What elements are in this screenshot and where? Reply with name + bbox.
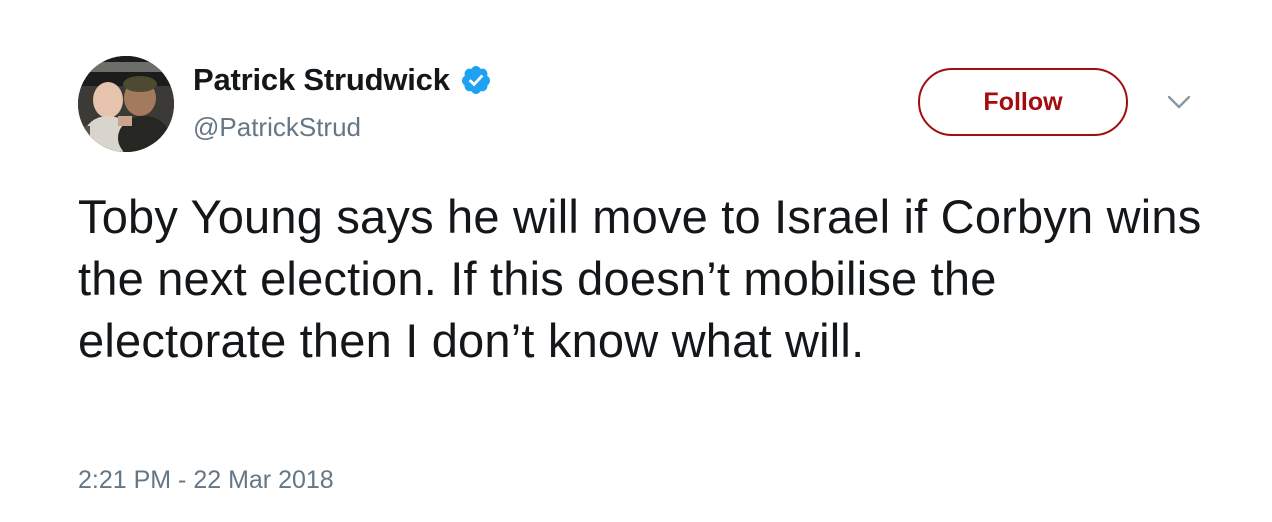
author-name-row[interactable]: Patrick Strudwick <box>193 62 492 98</box>
tweet-timestamp[interactable]: 2:21 PM - 22 Mar 2018 <box>78 466 334 495</box>
tweet-text: Toby Young says he will move to Israel i… <box>78 190 1202 367</box>
chevron-down-icon[interactable] <box>1166 92 1192 112</box>
profile-photo-icon <box>78 56 174 152</box>
tweet-card: Patrick Strudwick @PatrickStrud Follow T… <box>0 0 1272 522</box>
author-display-name[interactable]: Patrick Strudwick <box>193 62 450 98</box>
verified-badge-icon <box>461 66 490 94</box>
author-handle[interactable]: @PatrickStrud <box>193 112 361 143</box>
avatar[interactable] <box>78 56 174 152</box>
follow-button[interactable]: Follow <box>918 68 1128 136</box>
